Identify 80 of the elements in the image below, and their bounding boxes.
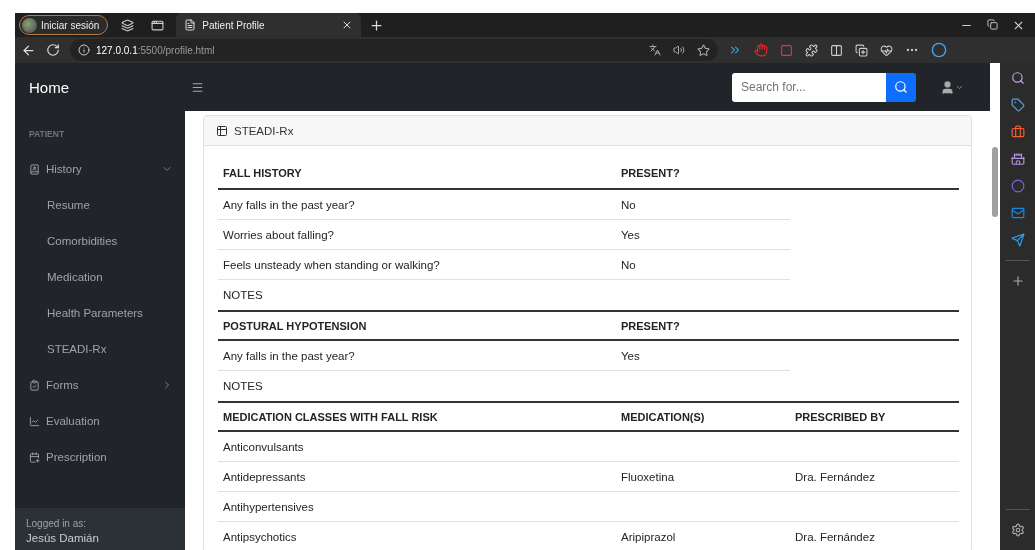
puzzle-icon[interactable] bbox=[805, 43, 818, 57]
table-cell: Any falls in the past year? bbox=[218, 341, 616, 371]
column-header: PRESCRIBED BY bbox=[790, 403, 959, 432]
castle-icon[interactable] bbox=[1010, 152, 1025, 166]
reload-icon[interactable] bbox=[46, 43, 60, 57]
book-icon bbox=[29, 163, 40, 175]
sidebar-item[interactable]: Prescription bbox=[15, 439, 185, 475]
tag-icon[interactable] bbox=[1010, 98, 1025, 112]
calendar-icon bbox=[29, 451, 40, 463]
column-header: POSTURAL HYPOTENSION bbox=[218, 312, 616, 341]
table-cell-text: NOTES bbox=[222, 287, 264, 303]
star-icon[interactable] bbox=[697, 43, 710, 57]
split-screen-icon[interactable] bbox=[830, 43, 843, 57]
table-cell: Dra. Fernández bbox=[790, 462, 959, 492]
info-icon[interactable] bbox=[78, 44, 90, 56]
table-cell: Anticonvulsants bbox=[218, 432, 616, 462]
add-icon[interactable] bbox=[1010, 274, 1025, 288]
card-title: STEADI-Rx bbox=[234, 124, 294, 137]
back-icon[interactable] bbox=[21, 42, 36, 58]
column-header: PRESENT? bbox=[616, 312, 959, 341]
column-header: MEDICATION CLASSES WITH FALL RISK bbox=[218, 403, 616, 432]
briefcase-icon[interactable] bbox=[1010, 125, 1025, 139]
table-cell: Antipsychotics bbox=[218, 522, 616, 550]
menu-icon[interactable] bbox=[191, 80, 204, 94]
table-cell: Yes bbox=[616, 220, 790, 250]
table-icon bbox=[216, 124, 228, 137]
browser-tab[interactable]: Patient Profile bbox=[176, 13, 362, 37]
sidebar-heading: PATIENT bbox=[28, 128, 66, 141]
search-field[interactable]: Search for... bbox=[732, 72, 886, 102]
sidebar-subitem[interactable]: Medication bbox=[15, 259, 185, 295]
sidebar-subitem[interactable]: Health Parameters bbox=[15, 295, 185, 331]
sidebar-item[interactable]: Forms bbox=[15, 367, 185, 403]
clipboard-icon bbox=[29, 379, 40, 391]
table-cell: Antidepressants bbox=[218, 462, 616, 492]
heart-pulse-icon[interactable] bbox=[880, 43, 893, 57]
search-icon bbox=[894, 80, 908, 94]
column-header: MEDICATION(S) bbox=[616, 403, 790, 432]
scrollbar-thumb[interactable] bbox=[992, 147, 998, 217]
add-tab-icon[interactable] bbox=[855, 43, 868, 57]
chevrons-icon[interactable] bbox=[728, 43, 742, 57]
table-cell: Any falls in the past year? bbox=[218, 190, 616, 220]
collections-icon[interactable] bbox=[120, 18, 134, 32]
logged-in-caption: Logged in as: bbox=[26, 518, 88, 529]
table-cell: Worries about falling? bbox=[218, 220, 616, 250]
table-cell: No bbox=[616, 190, 790, 220]
column-header: FALL HISTORY bbox=[218, 158, 616, 190]
send-icon[interactable] bbox=[1010, 233, 1025, 247]
sidebar-item[interactable]: History bbox=[15, 151, 185, 187]
url-text: 127.0.0.1:5500/profile.html bbox=[96, 44, 215, 56]
translate-icon[interactable] bbox=[649, 44, 661, 56]
table-cell: Aripiprazol bbox=[616, 522, 790, 550]
table-cell: Feels unsteady when standing or walking? bbox=[218, 250, 616, 280]
restore-icon[interactable] bbox=[987, 18, 998, 30]
page-icon bbox=[184, 19, 197, 31]
profile-button[interactable]: Iniciar sesión bbox=[19, 15, 109, 35]
table-cell-text: NOTES bbox=[222, 378, 264, 394]
search-icon[interactable] bbox=[1010, 71, 1025, 85]
user-name: Jesús Damián bbox=[26, 532, 100, 544]
search-button[interactable] bbox=[886, 72, 916, 102]
sidebar-item[interactable]: Evaluation bbox=[15, 403, 185, 439]
column-header: PRESENT? bbox=[616, 158, 959, 190]
settings-icon[interactable] bbox=[1010, 523, 1025, 537]
chart-icon bbox=[29, 415, 40, 427]
user-icon bbox=[940, 79, 955, 95]
table-cell: Yes bbox=[616, 341, 790, 371]
brand-link[interactable]: Home bbox=[15, 78, 185, 96]
read-aloud-icon[interactable] bbox=[673, 44, 685, 56]
sidebar-subitem[interactable]: STEADI-Rx bbox=[15, 331, 185, 367]
sidebar-subitem[interactable]: Resume bbox=[15, 187, 185, 223]
sidebar-subitem[interactable]: Comorbidities bbox=[15, 223, 185, 259]
mail-icon[interactable] bbox=[1010, 206, 1025, 220]
new-tab-icon[interactable] bbox=[369, 17, 385, 33]
table-cell: Antihypertensives bbox=[218, 492, 616, 522]
table-cell: No bbox=[616, 250, 790, 280]
tab-actions-icon[interactable] bbox=[150, 18, 164, 32]
hand-icon[interactable] bbox=[754, 43, 768, 57]
table-cell: Fluoxetina bbox=[616, 462, 790, 492]
circle-icon[interactable] bbox=[1010, 179, 1025, 193]
table-cell: Dra. Fernández bbox=[790, 522, 959, 550]
address-field[interactable]: 127.0.0.1:5500/profile.html bbox=[70, 39, 718, 61]
